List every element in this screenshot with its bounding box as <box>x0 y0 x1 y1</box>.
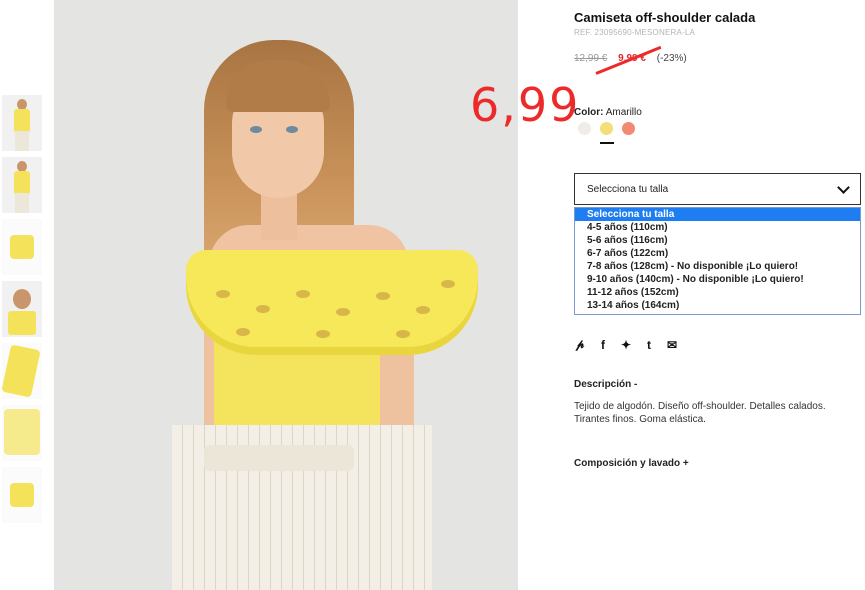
color-swatches <box>578 122 635 135</box>
composition-toggle[interactable]: Composición y lavado + <box>574 458 689 469</box>
size-select[interactable]: Selecciona tu talla <box>574 173 861 205</box>
eyelet <box>256 305 270 313</box>
thumb-shirt <box>10 235 34 259</box>
swatch-coral[interactable] <box>622 122 635 135</box>
swatch-yellow[interactable] <box>600 122 613 135</box>
facebook-icon[interactable]: f <box>597 338 609 352</box>
thumb-shirt <box>4 409 40 455</box>
swatch-white[interactable] <box>578 122 591 135</box>
size-option[interactable]: 9-10 años (140cm) - No disponible ¡Lo qu… <box>575 273 860 286</box>
size-option[interactable]: 7-8 años (128cm) - No disponible ¡Lo qui… <box>575 260 860 273</box>
twitter-icon[interactable]: ✦ <box>620 338 632 352</box>
thumbnail-5[interactable] <box>2 343 42 399</box>
thumb-figure-head <box>13 289 31 309</box>
thumb-figure-body <box>14 109 30 133</box>
product-title: Camiseta off-shoulder calada <box>574 10 756 25</box>
size-option[interactable]: 13-14 años (164cm) <box>575 299 860 312</box>
size-option[interactable]: 5-6 años (116cm) <box>575 234 860 247</box>
size-option[interactable]: 4-5 años (110cm) <box>575 221 860 234</box>
thumbnail-6[interactable] <box>2 405 42 461</box>
share-links: 𝓅 f ✦ t ✉ <box>574 337 678 352</box>
handwritten-price: 6,99 <box>470 78 581 132</box>
thumbnail-4[interactable] <box>2 281 42 337</box>
old-price: 12,99 € <box>574 53 608 64</box>
thumb-shirt <box>2 344 41 398</box>
eyelet <box>296 290 310 298</box>
product-ref: REF. 23095690-MESONERA-LA <box>574 28 696 37</box>
eyelet <box>396 330 410 338</box>
image-belt <box>204 445 354 471</box>
thumbnail-2[interactable] <box>2 157 42 213</box>
eyelet <box>376 292 390 300</box>
thumbnail-7[interactable] <box>2 467 42 523</box>
thumb-figure-legs <box>15 131 29 151</box>
eyelet <box>316 330 330 338</box>
thumb-figure-legs <box>15 193 29 213</box>
color-value: Amarillo <box>605 107 642 118</box>
description-toggle[interactable]: Descripción - <box>574 379 637 390</box>
color-label-row: Color: Amarillo <box>574 107 642 118</box>
thumb-shirt <box>10 483 34 507</box>
size-select-label: Selecciona tu talla <box>587 183 669 195</box>
thumb-figure-body <box>14 171 30 195</box>
thumbnail-3[interactable] <box>2 219 42 275</box>
image-ruffle <box>186 250 478 355</box>
email-icon[interactable]: ✉ <box>666 338 678 352</box>
eyelet <box>441 280 455 288</box>
description-text: Tejido de algodón. Diseño off-shoulder. … <box>574 401 826 425</box>
size-option[interactable]: 6-7 años (122cm) <box>575 247 860 260</box>
pinterest-icon[interactable]: 𝓅 <box>574 337 586 352</box>
size-dropdown: Selecciona tu talla 4-5 años (110cm) 5-6… <box>574 207 861 315</box>
color-label: Color: <box>574 107 604 118</box>
size-option[interactable]: Selecciona tu talla <box>575 208 860 221</box>
size-option[interactable]: 11-12 años (152cm) <box>575 286 860 299</box>
discount-badge: (-23%) <box>656 53 687 64</box>
thumbnail-1[interactable] <box>2 95 42 151</box>
chevron-down-icon <box>837 181 850 194</box>
eyelet <box>416 306 430 314</box>
main-product-image <box>54 0 518 590</box>
thumb-figure-body <box>8 311 36 335</box>
thumbnail-strip <box>2 95 42 529</box>
tumblr-icon[interactable]: t <box>643 338 655 352</box>
eyelet <box>216 290 230 298</box>
eyelet <box>236 328 250 336</box>
eyelet <box>336 308 350 316</box>
image-eye-right <box>286 126 298 133</box>
selected-swatch-indicator <box>600 142 614 144</box>
image-eye-left <box>250 126 262 133</box>
